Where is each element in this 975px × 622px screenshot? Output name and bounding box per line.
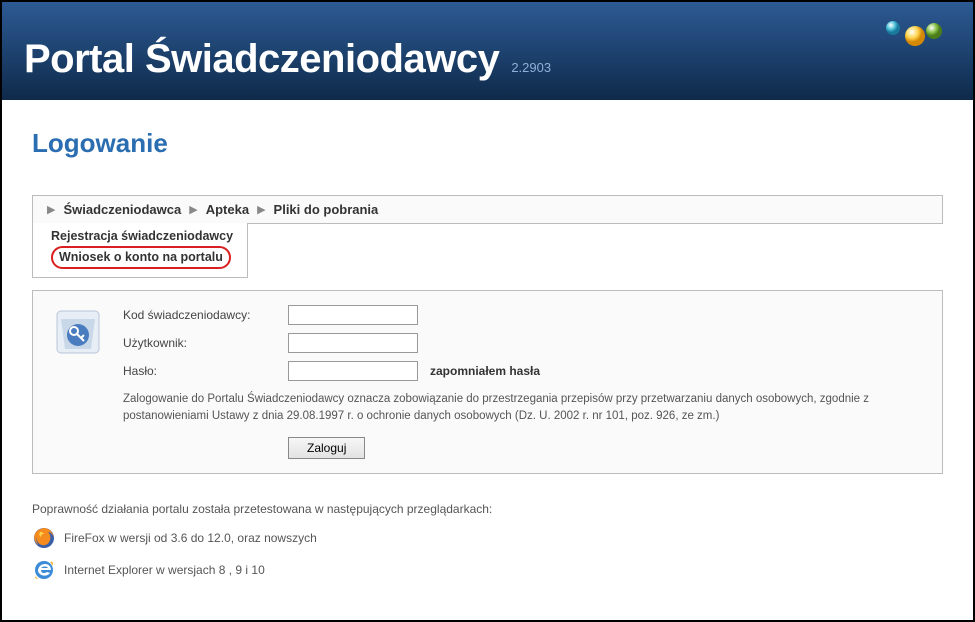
nav-item-apteka[interactable]: Apteka: [206, 202, 249, 217]
browser-ie-label: Internet Explorer w wersjach 8 , 9 i 10: [64, 563, 265, 577]
login-button[interactable]: Zaloguj: [288, 437, 365, 459]
page-heading: Logowanie: [32, 128, 943, 159]
tab-rejestracja[interactable]: Rejestracja świadczeniodawcy Wniosek o k…: [32, 223, 248, 278]
app-title: Portal Świadczeniodawcy: [24, 37, 499, 82]
chevron-right-icon: ▶: [47, 203, 55, 216]
tab-line1: Rejestracja świadczeniodawcy: [51, 227, 233, 246]
tab-line2-highlighted[interactable]: Wniosek o konto na portalu: [51, 246, 231, 269]
nav-item-swiadczeniodawca[interactable]: Świadczeniodawca: [63, 202, 181, 217]
app-header: Portal Świadczeniodawcy 2.2903: [2, 2, 973, 100]
code-label: Kod świadczeniodawcy:: [123, 308, 288, 322]
code-input[interactable]: [288, 305, 418, 325]
user-input[interactable]: [288, 333, 418, 353]
forgot-password-link[interactable]: zapomniałem hasła: [430, 364, 540, 378]
firefox-icon: [32, 526, 56, 550]
pass-label: Hasło:: [123, 364, 288, 378]
legal-text: Zalogowanie do Portalu Świadczeniodawcy …: [123, 391, 924, 426]
app-version: 2.2903: [511, 60, 551, 75]
ie-icon: [32, 558, 56, 582]
nav-item-pliki[interactable]: Pliki do pobrania: [274, 202, 379, 217]
login-panel: Kod świadczeniodawcy: Użytkownik: Hasło:…: [32, 290, 943, 475]
compat-intro: Poprawność działania portalu została prz…: [32, 502, 943, 516]
decorative-orbs: [879, 14, 949, 50]
browser-row-firefox: FireFox w wersji od 3.6 do 12.0, oraz no…: [32, 526, 943, 550]
user-label: Użytkownik:: [123, 336, 288, 350]
browser-row-ie: Internet Explorer w wersjach 8 , 9 i 10: [32, 558, 943, 582]
breadcrumb-nav: ▶ Świadczeniodawca ▶ Apteka ▶ Pliki do p…: [32, 195, 943, 224]
tabs-row: Rejestracja świadczeniodawcy Wniosek o k…: [32, 223, 943, 278]
chevron-right-icon: ▶: [257, 203, 265, 216]
login-form: Kod świadczeniodawcy: Użytkownik: Hasło:…: [123, 305, 924, 460]
login-icon: [51, 305, 105, 460]
main-content: Logowanie ▶ Świadczeniodawca ▶ Apteka ▶ …: [2, 100, 973, 606]
chevron-right-icon: ▶: [189, 203, 197, 216]
pass-input[interactable]: [288, 361, 418, 381]
browser-firefox-label: FireFox w wersji od 3.6 do 12.0, oraz no…: [64, 531, 317, 545]
